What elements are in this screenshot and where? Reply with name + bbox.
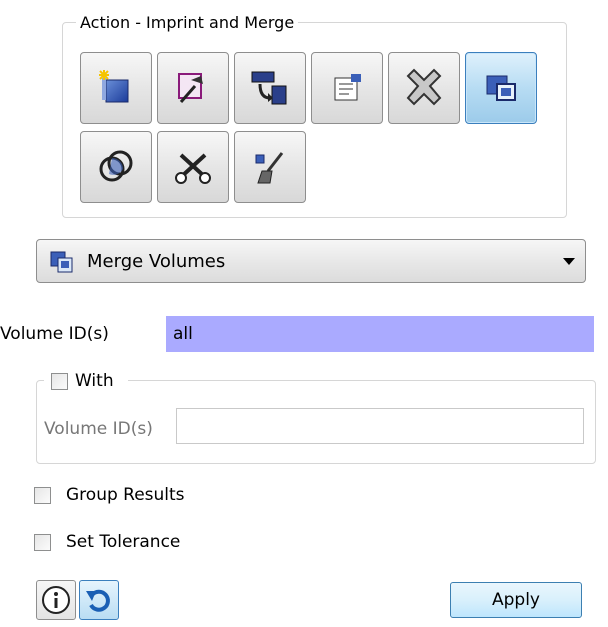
imprint-button[interactable] — [157, 52, 229, 124]
unmerge-scissors-icon — [175, 153, 211, 184]
operation-select[interactable]: Merge Volumes — [36, 239, 586, 283]
volume-ids-label: Volume ID(s) — [0, 324, 109, 344]
volume-ids-input[interactable]: all — [166, 316, 594, 352]
apply-label: Apply — [492, 590, 540, 610]
with-volume-ids-input[interactable] — [176, 408, 584, 444]
reset-button[interactable] — [79, 580, 119, 620]
merge-volumes-button[interactable] — [465, 52, 537, 124]
with-label: With — [75, 371, 114, 391]
group-results-checkbox[interactable] — [34, 487, 51, 504]
info-button[interactable] — [36, 580, 76, 620]
apply-button[interactable]: Apply — [450, 582, 582, 618]
intersect-icon — [99, 150, 133, 182]
new-volume-button[interactable] — [80, 52, 152, 124]
undo-icon — [86, 589, 110, 612]
properties-icon — [334, 74, 361, 101]
new-volume-icon — [99, 70, 129, 103]
chevron-down-icon — [563, 258, 575, 265]
merge-volumes-icon — [50, 251, 73, 273]
copy-transform-icon — [251, 71, 287, 105]
properties-button[interactable] — [311, 52, 383, 124]
unmerge-button[interactable] — [157, 131, 229, 203]
action-group-title: Action - Imprint and Merge — [76, 13, 299, 33]
set-tolerance-label: Set Tolerance — [66, 532, 181, 552]
group-results-label: Group Results — [66, 485, 185, 505]
cleanup-button[interactable] — [234, 131, 306, 203]
remove-x-icon — [406, 68, 442, 106]
remove-button[interactable] — [388, 52, 460, 124]
operation-select-value: Merge Volumes — [87, 251, 226, 272]
cleanup-brush-icon — [255, 152, 284, 184]
set-tolerance-checkbox[interactable] — [34, 534, 51, 551]
info-icon — [42, 586, 70, 614]
merge-volumes-icon — [486, 75, 516, 101]
imprint-tool-icon — [178, 73, 203, 103]
with-volume-ids-label: Volume ID(s) — [44, 419, 153, 439]
intersect-button[interactable] — [80, 131, 152, 203]
with-checkbox[interactable] — [51, 373, 68, 390]
copy-transform-button[interactable] — [234, 52, 306, 124]
